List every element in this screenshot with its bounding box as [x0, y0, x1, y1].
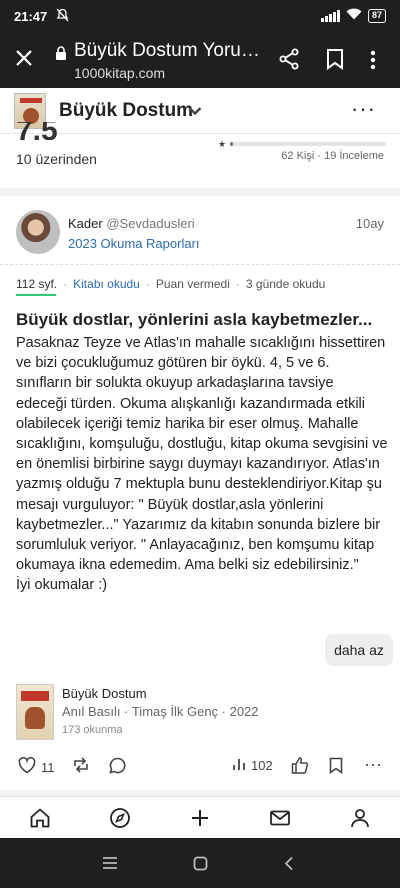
status-icons: 87	[320, 8, 386, 23]
heart-icon[interactable]	[18, 756, 36, 777]
chevron-down-icon[interactable]	[188, 103, 202, 120]
user-name[interactable]: Kader	[68, 216, 103, 231]
bookmark-icon[interactable]	[326, 48, 344, 75]
like-action[interactable]: 11	[18, 756, 55, 777]
more-horiz-icon[interactable]: ···	[351, 96, 376, 122]
dashed-divider	[0, 264, 400, 265]
review-user[interactable]: Kader @Sevdadusleri	[68, 216, 195, 231]
rating-stats[interactable]: 62 Kişi · 19 İnceleme	[281, 150, 384, 162]
book-title[interactable]: Büyük Dostum	[62, 686, 147, 701]
page-count: 112 syf.	[16, 277, 58, 296]
rating-distribution-fill	[230, 142, 234, 146]
review-actions: 11 102 ···	[0, 752, 400, 784]
reading-report-link[interactable]: 2023 Okuma Raporları	[68, 236, 200, 251]
read-state: Kitabı okudu	[73, 277, 140, 291]
reading-duration: 3 günde okudu	[245, 277, 326, 291]
close-icon[interactable]	[14, 48, 34, 73]
book-header: Büyük Dostum ···	[0, 88, 400, 134]
views-action: 102	[232, 757, 273, 774]
book-cover[interactable]	[16, 684, 54, 740]
status-bar: 21:47 87	[0, 0, 400, 32]
rating-distribution-bar	[230, 142, 386, 146]
bell-off-icon	[56, 8, 69, 25]
battery-icon: 87	[367, 8, 386, 23]
book-author-publisher: Anıl Basılı · Timaş İlk Genç · 2022	[62, 704, 259, 719]
comment-icon[interactable]	[109, 757, 126, 774]
rating-score: 7.5	[16, 122, 58, 140]
user-handle[interactable]: @Sevdadusleri	[106, 216, 194, 231]
user-icon[interactable]	[349, 807, 371, 834]
plus-icon[interactable]	[189, 807, 211, 834]
avatar[interactable]	[16, 210, 60, 254]
thumbs-up-icon[interactable]	[291, 757, 309, 774]
meta-separator: ·	[235, 277, 240, 291]
rating-state: Puan vermedi	[155, 277, 230, 291]
browser-url[interactable]: 1000kitap.com	[74, 65, 165, 81]
home-icon[interactable]	[29, 807, 51, 834]
review-header: Kader @Sevdadusleri 10ay 2023 Okuma Rapo…	[0, 206, 400, 262]
more-horiz-icon[interactable]: ···	[364, 754, 382, 775]
browser-page-title: Büyük Dostum Yoru…	[74, 40, 260, 61]
recent-apps-icon[interactable]	[102, 856, 118, 875]
wifi-icon	[346, 8, 362, 23]
section-divider	[0, 188, 400, 196]
review-title[interactable]: Büyük dostlar, yönlerini asla kaybetmezl…	[16, 310, 372, 330]
review-closing: İyi okumalar :)	[16, 577, 108, 594]
more-vert-icon[interactable]	[370, 50, 376, 75]
bar-chart-icon	[232, 757, 246, 774]
book-card[interactable]: Büyük Dostum Anıl Basılı · Timaş İlk Gen…	[0, 682, 400, 746]
bookmark-icon[interactable]	[329, 757, 343, 774]
review-time: 10ay	[355, 216, 384, 231]
meta-separator: ·	[145, 277, 150, 291]
view-count: 102	[251, 758, 273, 773]
review-text: Pasaknaz Teyze ve Atlas'ın mahalle sıcak…	[16, 335, 388, 574]
review-meta: 112 syf. · Kitabı okudu · Puan vermedi ·…	[16, 277, 326, 296]
meta-separator: ·	[63, 277, 68, 291]
like-count: 11	[41, 759, 55, 775]
back-icon[interactable]	[284, 856, 294, 876]
rating-out-of: 10 üzerinden	[16, 151, 97, 167]
status-time: 21:47	[14, 9, 48, 24]
bottom-navigation	[0, 796, 400, 838]
show-less-button[interactable]: daha az	[325, 634, 393, 666]
mail-icon[interactable]	[269, 807, 291, 834]
compass-icon[interactable]	[109, 807, 131, 834]
star-icon: ★	[218, 139, 227, 149]
repost-icon[interactable]	[72, 757, 90, 773]
book-header-title[interactable]: Büyük Dostum	[59, 100, 193, 122]
mobile-signal-icon	[320, 9, 340, 22]
rating-summary: 7.5 10 üzerinden ★ 62 Kişi · 19 İnceleme	[0, 122, 400, 174]
lock-icon	[55, 46, 67, 65]
share-icon[interactable]	[278, 48, 300, 75]
book-read-count: 173 okunma	[62, 724, 123, 736]
home-button-icon[interactable]	[193, 856, 208, 876]
review-body: Pasaknaz Teyze ve Atlas'ın mahalle sıcak…	[16, 333, 388, 596]
browser-toolbar: Büyük Dostum Yoru… 1000kitap.com	[0, 32, 400, 88]
system-navigation-bar	[0, 838, 400, 888]
